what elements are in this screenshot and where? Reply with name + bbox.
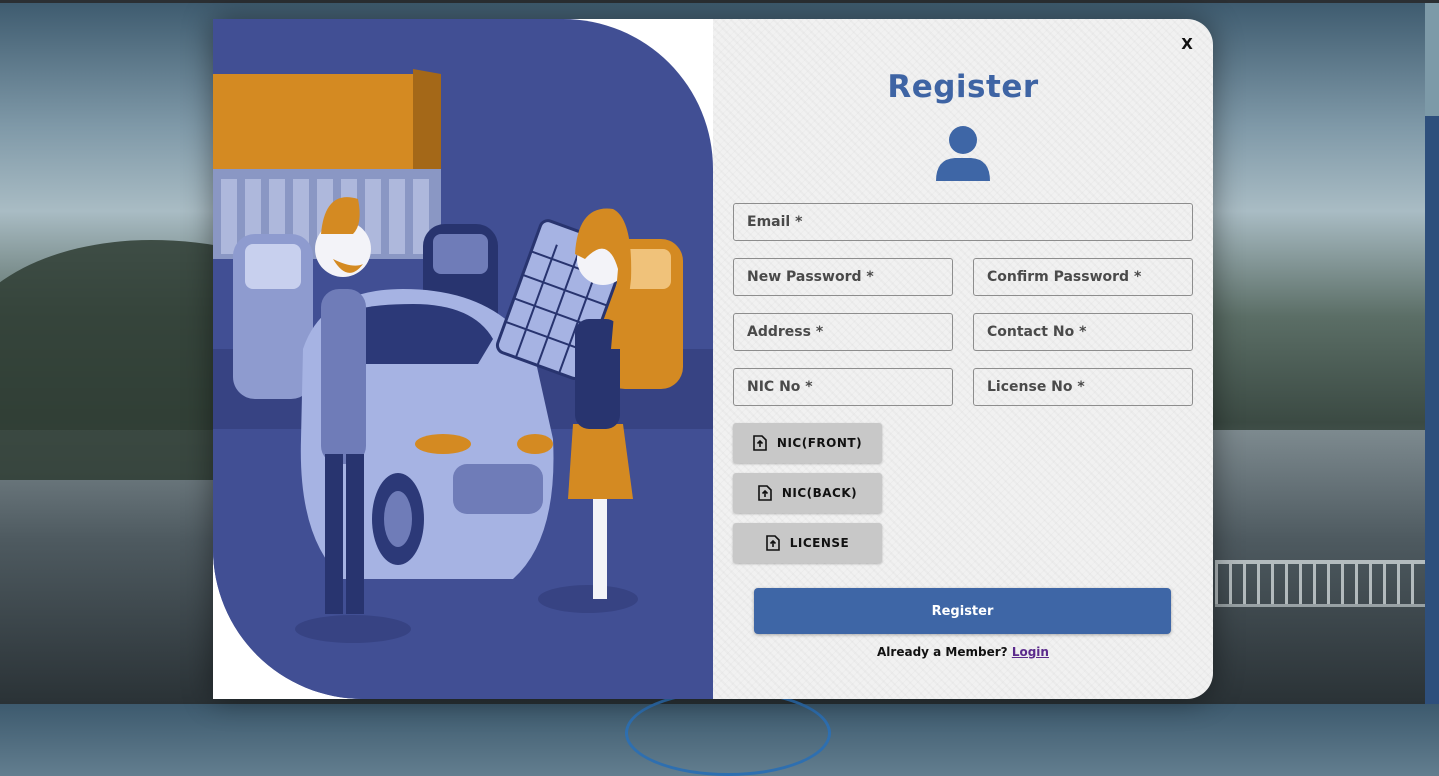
license-upload-button[interactable]: LICENSE xyxy=(733,523,882,563)
file-upload-icon xyxy=(765,535,780,551)
scrollbar-thumb[interactable] xyxy=(1425,116,1439,704)
confirm-password-field[interactable] xyxy=(973,258,1193,296)
nic-no-field[interactable] xyxy=(733,368,953,406)
address-field[interactable] xyxy=(733,313,953,351)
contact-no-field[interactable] xyxy=(973,313,1193,351)
nic-back-label: NIC(BACK) xyxy=(781,486,858,500)
register-button[interactable]: Register xyxy=(754,588,1171,634)
already-member-text: Already a Member? xyxy=(877,645,1008,659)
nic-back-upload-button[interactable]: NIC(BACK) xyxy=(733,473,882,513)
email-field[interactable] xyxy=(733,203,1193,241)
car-dealer-illustration xyxy=(213,19,713,699)
new-password-field[interactable] xyxy=(733,258,953,296)
license-label: LICENSE xyxy=(789,536,850,550)
nic-front-label: NIC(FRONT) xyxy=(776,436,863,450)
user-icon xyxy=(936,126,990,181)
top-bar xyxy=(0,0,1439,3)
login-link[interactable]: Login xyxy=(1012,645,1049,659)
illustration-graphic xyxy=(213,69,713,699)
file-upload-icon xyxy=(758,485,772,501)
register-modal: X Register NIC(FRONT) NIC(BACK) xyxy=(213,19,1213,699)
file-upload-icon xyxy=(753,435,767,451)
nic-front-upload-button[interactable]: NIC(FRONT) xyxy=(733,423,882,463)
background-guardrail xyxy=(1215,560,1425,607)
close-icon[interactable]: X xyxy=(1180,35,1194,53)
already-member-line: Already a Member? Login xyxy=(713,645,1213,659)
modal-illustration-area xyxy=(213,19,713,699)
license-no-field[interactable] xyxy=(973,368,1193,406)
form-title: Register xyxy=(887,69,1039,105)
background-logo-arc xyxy=(625,690,831,776)
register-form-panel: X Register NIC(FRONT) NIC(BACK) xyxy=(713,19,1213,699)
